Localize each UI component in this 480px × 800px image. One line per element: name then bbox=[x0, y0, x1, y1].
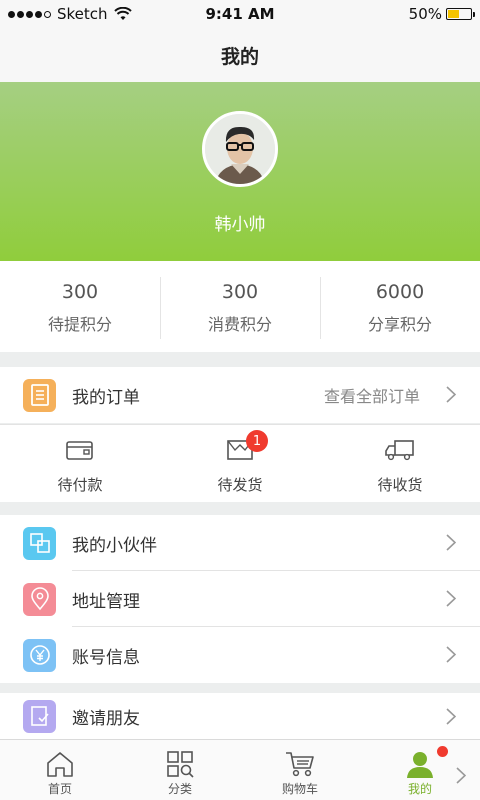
home-icon bbox=[47, 752, 73, 777]
status-right: 50% bbox=[408, 5, 475, 23]
nav-bar: 我的 bbox=[0, 28, 480, 82]
battery-icon bbox=[446, 8, 475, 20]
page-title: 我的 bbox=[220, 45, 259, 68]
chevron-right-icon bbox=[446, 646, 456, 663]
tab-label: 分类 bbox=[167, 782, 192, 796]
pending-payment-label: 待付款 bbox=[57, 476, 103, 494]
points-share[interactable]: 6000 分享积分 bbox=[320, 261, 480, 352]
tab-home[interactable]: 首页 bbox=[0, 740, 120, 800]
status-bar: Sketch 9:41 AM 50% bbox=[0, 0, 480, 28]
chevron-right-icon bbox=[446, 590, 456, 607]
points-label: 消费积分 bbox=[207, 315, 272, 334]
menu-item-account[interactable]: 账号信息 bbox=[0, 627, 480, 683]
chevron-right-icon bbox=[446, 708, 456, 725]
user-icon bbox=[407, 752, 433, 778]
battery-percent: 50% bbox=[408, 5, 442, 23]
my-orders-label: 我的订单 bbox=[72, 387, 140, 408]
order-status-bar: 待付款 待发货 待收货 bbox=[0, 424, 480, 502]
order-list-icon bbox=[23, 378, 56, 412]
menu-item-label: 邀请朋友 bbox=[72, 708, 140, 729]
pending-shipment-label: 待发货 bbox=[217, 476, 263, 494]
tab-bar: 首页 分类 购物车 我的 bbox=[0, 739, 480, 800]
menu-item-label: 账号信息 bbox=[72, 647, 140, 668]
tab-label: 购物车 bbox=[281, 782, 318, 796]
wallet-icon bbox=[66, 441, 93, 460]
chevron-right-icon bbox=[456, 767, 466, 784]
pending-receipt-button[interactable]: 待收货 bbox=[320, 425, 480, 502]
points-value: 300 bbox=[221, 281, 259, 303]
avatar[interactable] bbox=[202, 111, 278, 187]
menu-item-partners[interactable]: 我的小伙伴 bbox=[0, 515, 480, 571]
tab-category[interactable]: 分类 bbox=[120, 740, 240, 800]
points-label: 分享积分 bbox=[367, 315, 432, 334]
chevron-right-icon bbox=[446, 534, 456, 551]
points-label: 待提积分 bbox=[47, 315, 112, 334]
points-summary: 300 待提积分 300 消费积分 6000 分享积分 bbox=[0, 261, 480, 352]
points-consume[interactable]: 300 消费积分 bbox=[160, 261, 320, 352]
chevron-right-icon bbox=[446, 386, 456, 403]
pending-payment-button[interactable]: 待付款 bbox=[0, 425, 160, 502]
partners-icon bbox=[23, 526, 56, 560]
avatar-portrait-icon bbox=[205, 114, 275, 184]
truck-icon bbox=[385, 440, 414, 461]
points-value: 6000 bbox=[375, 281, 425, 303]
menu-item-label: 地址管理 bbox=[72, 591, 140, 612]
profile-header: 韩小帅 bbox=[0, 82, 480, 261]
category-icon bbox=[167, 751, 194, 778]
menu-item-label: 我的小伙伴 bbox=[72, 535, 157, 556]
points-value: 300 bbox=[61, 281, 99, 303]
view-all-orders-link[interactable]: 查看全部订单 bbox=[324, 383, 420, 407]
my-orders-row[interactable]: 我的订单 查看全部订单 bbox=[0, 367, 480, 423]
points-pending[interactable]: 300 待提积分 bbox=[0, 261, 160, 352]
shipment-count-badge: 1 bbox=[246, 430, 268, 452]
menu-item-address[interactable]: 地址管理 bbox=[0, 571, 480, 627]
notification-dot bbox=[437, 746, 448, 757]
tab-mine[interactable]: 我的 bbox=[360, 740, 480, 800]
tab-label: 首页 bbox=[47, 782, 72, 796]
invite-icon bbox=[23, 699, 56, 733]
menu-item-invite[interactable]: 邀请朋友 bbox=[0, 693, 480, 739]
pending-receipt-label: 待收货 bbox=[377, 476, 423, 494]
tab-cart[interactable]: 购物车 bbox=[240, 740, 360, 800]
cart-icon bbox=[286, 752, 314, 777]
yen-icon bbox=[23, 638, 56, 672]
username: 韩小帅 bbox=[214, 215, 266, 235]
location-icon bbox=[23, 582, 56, 616]
pending-shipment-button[interactable]: 待发货 bbox=[160, 425, 320, 502]
